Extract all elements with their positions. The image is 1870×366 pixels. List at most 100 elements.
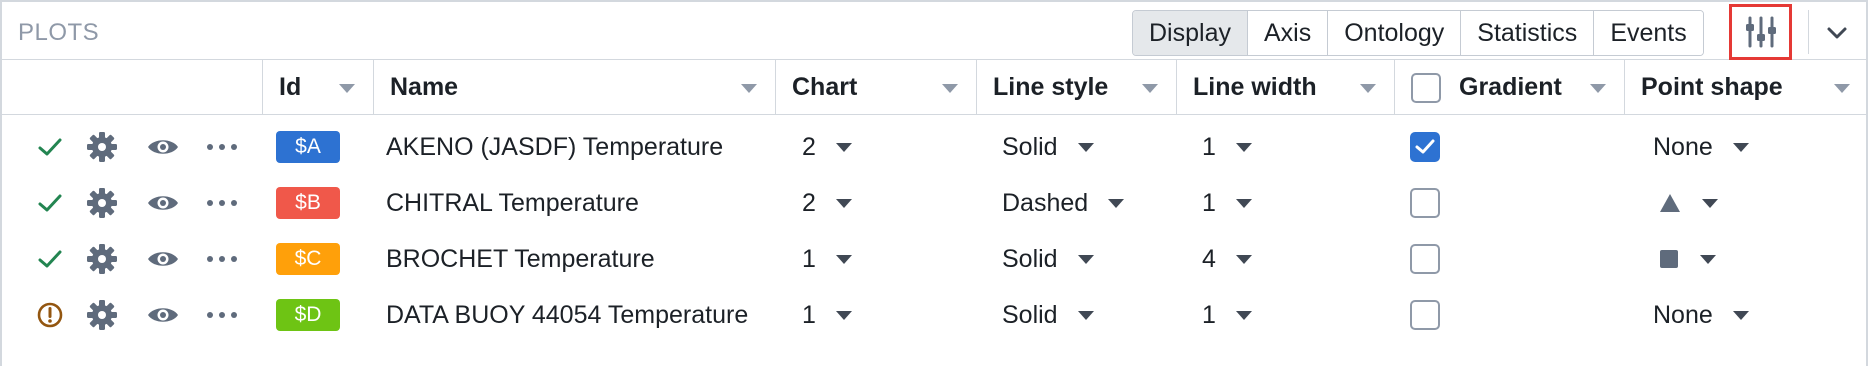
point-shape-value: None xyxy=(1653,132,1713,161)
line-width-dropdown[interactable]: 1 xyxy=(1202,189,1252,218)
toggle-visibility-button[interactable] xyxy=(145,287,181,343)
check-icon xyxy=(38,250,62,268)
plots-panel: PLOTS Display Axis Ontology Statistics E… xyxy=(0,0,1868,366)
line-style-dropdown[interactable]: Solid xyxy=(1002,245,1094,274)
tab-statistics[interactable]: Statistics xyxy=(1460,11,1594,55)
status-indicator xyxy=(35,175,65,231)
column-menu-caret[interactable] xyxy=(741,84,757,93)
chart-cell: 1 xyxy=(802,287,852,343)
line-style-dropdown[interactable]: Dashed xyxy=(1002,188,1125,218)
gradient-checkbox[interactable] xyxy=(1410,244,1440,274)
gradient-cell xyxy=(1410,287,1440,343)
gradient-checkbox[interactable] xyxy=(1410,300,1440,330)
point-shape-value: None xyxy=(1653,300,1713,329)
column-menu-caret[interactable] xyxy=(1590,84,1606,93)
warning-icon xyxy=(37,302,63,328)
line-style-value: Dashed xyxy=(1002,188,1089,217)
table-header: Id Name Chart Line style Line width Grad… xyxy=(2,60,1866,115)
tab-events[interactable]: Events xyxy=(1593,11,1703,55)
chart-dropdown[interactable]: 2 xyxy=(802,189,852,218)
plot-settings-button[interactable] xyxy=(1729,4,1792,60)
column-label: Id xyxy=(279,73,302,101)
chart-dropdown[interactable]: 2 xyxy=(802,133,852,162)
gear-icon xyxy=(87,244,117,274)
line-style-dropdown[interactable]: Solid xyxy=(1002,301,1094,330)
point-shape-dropdown[interactable] xyxy=(1658,248,1716,270)
status-indicator xyxy=(35,119,65,175)
id-cell: $C xyxy=(276,231,340,287)
plots-toolbar: PLOTS Display Axis Ontology Statistics E… xyxy=(2,2,1866,60)
gradient-checkbox[interactable] xyxy=(1410,188,1440,218)
line-width-dropdown[interactable]: 4 xyxy=(1202,245,1252,274)
row-settings-button[interactable] xyxy=(85,119,119,175)
caret-down-icon xyxy=(1702,198,1718,208)
row-more-button[interactable] xyxy=(205,231,239,287)
toggle-visibility-button[interactable] xyxy=(145,175,181,231)
name-cell: AKENO (JASDF) Temperature xyxy=(386,132,724,161)
check-icon xyxy=(38,194,62,212)
line-style-dropdown[interactable]: Solid xyxy=(1002,133,1094,162)
row-settings-button[interactable] xyxy=(85,175,119,231)
line-width-dropdown[interactable]: 1 xyxy=(1202,301,1252,330)
sliders-icon xyxy=(1745,16,1776,48)
point-shape-dropdown[interactable]: None xyxy=(1653,301,1749,330)
caret-down-icon xyxy=(1235,310,1252,320)
column-header-name[interactable]: Name xyxy=(373,60,775,115)
chart-cell: 2 xyxy=(802,175,852,231)
more-icon xyxy=(207,144,237,150)
eye-icon xyxy=(148,308,178,322)
column-label: Chart xyxy=(792,73,858,101)
chart-value: 1 xyxy=(802,300,816,329)
row-settings-button[interactable] xyxy=(85,231,119,287)
more-icon xyxy=(207,200,237,206)
column-header-line-width[interactable]: Line width xyxy=(1176,60,1394,115)
column-menu-caret[interactable] xyxy=(1142,84,1158,93)
row-more-button[interactable] xyxy=(205,287,239,343)
chart-value: 1 xyxy=(802,244,816,273)
point-shape-cell: None xyxy=(1653,119,1749,175)
column-header-gradient[interactable]: Gradient xyxy=(1394,60,1624,115)
column-header-chart[interactable]: Chart xyxy=(775,60,976,115)
gear-icon xyxy=(87,188,117,218)
point-shape-dropdown[interactable] xyxy=(1658,192,1718,214)
toolbar-divider xyxy=(1808,10,1809,54)
toggle-visibility-button[interactable] xyxy=(145,119,181,175)
caret-down-icon xyxy=(835,142,852,152)
column-menu-caret[interactable] xyxy=(1360,84,1376,93)
chart-dropdown[interactable]: 1 xyxy=(802,301,852,330)
eye-icon xyxy=(148,252,178,266)
chart-dropdown[interactable]: 1 xyxy=(802,245,852,274)
line-width-cell: 4 xyxy=(1202,231,1252,287)
tab-display[interactable]: Display xyxy=(1133,11,1247,55)
column-header-line-style[interactable]: Line style xyxy=(976,60,1176,115)
check-icon xyxy=(38,138,62,156)
line-width-value: 4 xyxy=(1202,244,1216,273)
toggle-visibility-button[interactable] xyxy=(145,231,181,287)
row-settings-button[interactable] xyxy=(85,287,119,343)
column-menu-caret[interactable] xyxy=(1834,84,1850,93)
line-width-cell: 1 xyxy=(1202,175,1252,231)
chart-cell: 2 xyxy=(802,119,852,175)
line-width-dropdown[interactable]: 1 xyxy=(1202,133,1252,162)
collapse-button[interactable] xyxy=(1812,10,1862,56)
line-width-value: 1 xyxy=(1202,300,1216,329)
column-header-id[interactable]: Id xyxy=(262,60,373,115)
chevron-down-icon xyxy=(1827,27,1847,39)
gear-icon xyxy=(87,132,117,162)
row-more-button[interactable] xyxy=(205,175,239,231)
panel-title: PLOTS xyxy=(18,19,100,46)
gradient-checkbox[interactable] xyxy=(1410,132,1440,162)
row-more-button[interactable] xyxy=(205,119,239,175)
gradient-select-all-checkbox[interactable] xyxy=(1411,72,1441,103)
column-menu-caret[interactable] xyxy=(339,84,355,93)
point-shape-cell xyxy=(1658,231,1716,287)
id-badge: $A xyxy=(276,131,340,163)
caret-down-icon xyxy=(1235,198,1252,208)
name-cell: CHITRAL Temperature xyxy=(386,188,639,217)
column-header-point-shape[interactable]: Point shape xyxy=(1624,60,1868,115)
line-style-cell: Solid xyxy=(1002,231,1094,287)
tab-axis[interactable]: Axis xyxy=(1246,11,1328,55)
tab-ontology[interactable]: Ontology xyxy=(1327,11,1461,55)
column-menu-caret[interactable] xyxy=(942,84,958,93)
point-shape-dropdown[interactable]: None xyxy=(1653,133,1749,162)
